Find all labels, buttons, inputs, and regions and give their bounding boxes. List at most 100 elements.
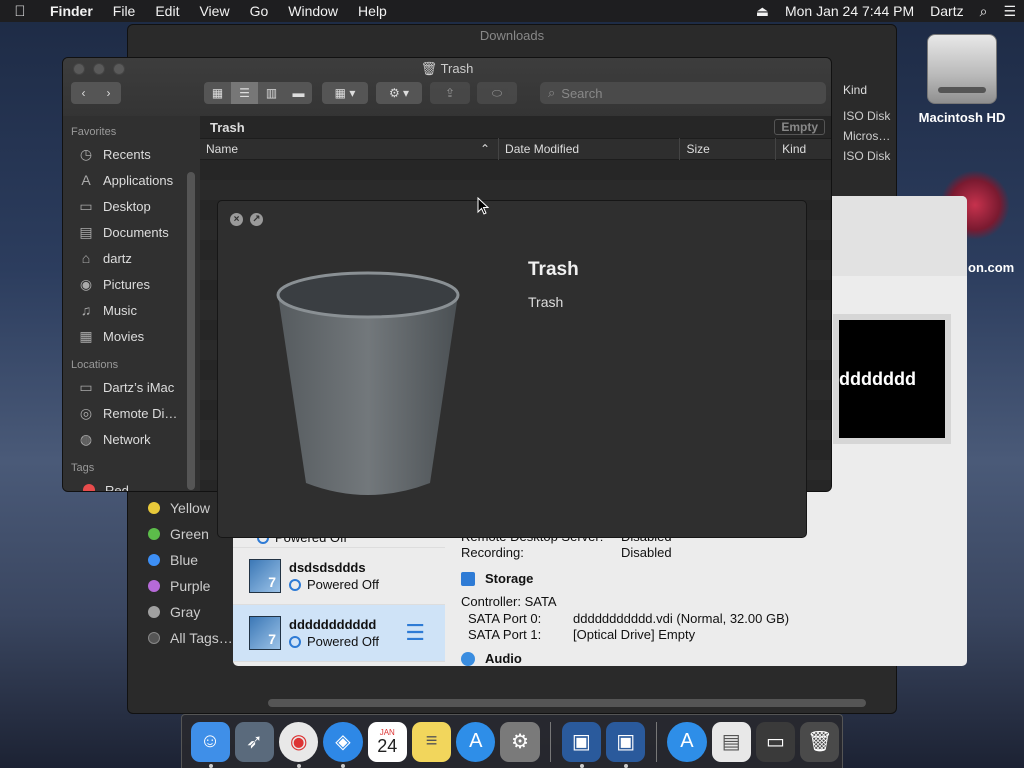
sidebar-item-pictures[interactable]: ◉ Pictures bbox=[63, 271, 200, 297]
search-input[interactable]: ⌕ Search bbox=[540, 82, 826, 104]
sidebar-tag-red[interactable]: Red bbox=[63, 477, 200, 491]
music-icon: ♫ bbox=[80, 302, 92, 318]
app-store-icon[interactable]: A bbox=[456, 721, 496, 762]
audio-section-header[interactable]: Audio bbox=[461, 651, 961, 666]
menu-file[interactable]: File bbox=[103, 3, 146, 19]
menu-help[interactable]: Help bbox=[348, 3, 397, 19]
power-icon bbox=[289, 635, 301, 648]
calendar-icon[interactable]: JAN 24 bbox=[367, 721, 407, 762]
sidebar-item-remote-disc[interactable]: ◎ Remote Di… bbox=[63, 400, 200, 426]
safari-icon[interactable]: ◈ bbox=[323, 721, 363, 768]
vm-state: Powered Off bbox=[307, 577, 380, 592]
file-kind: ISO Disk bbox=[843, 109, 891, 123]
group-by-button[interactable]: ▦ ▾ bbox=[322, 82, 368, 104]
column-header-date-modified[interactable]: Date Modified bbox=[499, 138, 681, 160]
quicklook-panel: × ↗ Trash Trash bbox=[217, 200, 807, 538]
fullscreen-icon[interactable]: ↗ bbox=[250, 213, 263, 226]
sidebar-item-music[interactable]: ♫ Music bbox=[63, 297, 200, 323]
chrome-window-icon[interactable]: ▭ bbox=[755, 721, 796, 762]
vm-list-item-selected[interactable]: 7 ddddddddddd Powered Off ☰ bbox=[233, 605, 445, 662]
share-button[interactable]: ⇪ bbox=[430, 82, 470, 104]
forward-button[interactable]: › bbox=[96, 82, 121, 104]
hard-drive-icon bbox=[927, 34, 997, 104]
search-icon: ⌕ bbox=[548, 85, 556, 100]
windows7-logo-icon: 7 bbox=[249, 616, 281, 650]
column-header-kind[interactable]: Kind bbox=[843, 80, 898, 100]
tag-dot-icon bbox=[148, 580, 160, 592]
kind-column: Kind ISO Disk Micros… ISO Disk bbox=[843, 80, 898, 166]
close-icon[interactable]: × bbox=[230, 213, 243, 226]
vm-details: Remote Desktop Server:Disabled Recording… bbox=[461, 529, 961, 674]
gallery-view-icon[interactable]: ▬ bbox=[285, 82, 312, 104]
storage-icon bbox=[461, 571, 475, 586]
column-headers: Name ⌃ Date Modified Size Kind bbox=[200, 138, 831, 160]
action-gear-button[interactable]: ⚙ ▾ bbox=[376, 82, 422, 104]
spotlight-search-icon[interactable]: ⌕ bbox=[972, 3, 996, 20]
file-kind: ISO Disk bbox=[843, 149, 891, 163]
sidebar-item-imac[interactable]: ▭ Dartz’s iMac bbox=[63, 374, 200, 400]
menu-window[interactable]: Window bbox=[278, 3, 348, 19]
desktop-icon: ▭ bbox=[79, 197, 93, 214]
menu-view[interactable]: View bbox=[189, 3, 239, 19]
sidebar-item-desktop[interactable]: ▭ Desktop bbox=[63, 193, 200, 219]
column-view-icon[interactable]: ▥ bbox=[258, 82, 285, 104]
document-icon[interactable]: ▤ bbox=[711, 721, 751, 762]
desktop-icon-macintosh-hd[interactable]: Macintosh HD bbox=[912, 34, 1012, 125]
apple-menu-icon[interactable]:  bbox=[0, 3, 40, 20]
sidebar-header-locations: Locations bbox=[71, 359, 119, 371]
tag-button[interactable]: ⬭ bbox=[477, 82, 517, 104]
finder-icon[interactable]: ☺ bbox=[190, 721, 230, 768]
sidebar-header-tags: Tags bbox=[71, 462, 95, 474]
eject-icon[interactable]: ⏏ bbox=[748, 3, 777, 20]
file-kind: Micros… bbox=[843, 129, 891, 143]
details-list-icon[interactable]: ☰ bbox=[405, 620, 425, 646]
menu-bar:  Finder File Edit View Go Window Help ⏏… bbox=[0, 0, 1024, 22]
menu-go[interactable]: Go bbox=[240, 3, 279, 19]
sidebar-item-movies[interactable]: ▦ Movies bbox=[63, 323, 200, 349]
launchpad-icon[interactable]: ➶ bbox=[234, 721, 275, 762]
virtualbox-icon[interactable]: ▣ bbox=[561, 721, 602, 768]
menubar-clock[interactable]: Mon Jan 24 7:44 PM bbox=[777, 3, 922, 19]
sidebar-scrollbar[interactable] bbox=[187, 172, 195, 490]
sidebar-header-favorites: Favorites bbox=[71, 126, 117, 138]
virtualbox-vm-icon[interactable]: ▣ bbox=[606, 721, 646, 768]
column-header-kind[interactable]: Kind bbox=[776, 138, 831, 160]
vm-list: Powered Off 7 dsdsdsddds Powered Off 7 d… bbox=[233, 526, 445, 662]
tag-dot-icon bbox=[148, 606, 160, 618]
empty-trash-button[interactable]: Empty bbox=[774, 119, 825, 135]
notes-icon[interactable]: ≡ bbox=[411, 721, 452, 762]
trash-can-icon bbox=[276, 271, 460, 495]
folder-title: Trash bbox=[210, 119, 245, 135]
tag-dot-icon bbox=[148, 554, 160, 566]
icon-view-icon[interactable]: ▦ bbox=[204, 82, 231, 104]
system-preferences-icon[interactable]: ⚙ bbox=[500, 721, 540, 762]
sidebar-item-documents[interactable]: ▤ Documents bbox=[63, 219, 200, 245]
column-header-name[interactable]: Name ⌃ bbox=[200, 138, 500, 160]
sidebar-item-home[interactable]: ⌂ dartz bbox=[63, 245, 200, 271]
vm-list-item[interactable]: 7 dsdsdsddds Powered Off bbox=[233, 548, 445, 605]
back-button[interactable]: ‹ bbox=[71, 82, 96, 104]
sidebar-item-recents[interactable]: ◷ Recents bbox=[63, 141, 200, 167]
sidebar-item-applications[interactable]: A Applications bbox=[63, 167, 200, 193]
tag-dot-icon bbox=[148, 502, 160, 514]
list-view-icon[interactable]: ☰ bbox=[231, 82, 258, 104]
horizontal-scrollbar[interactable] bbox=[268, 699, 866, 707]
storage-controller: Controller: SATA bbox=[461, 594, 557, 609]
window-title: Downloads bbox=[479, 28, 545, 43]
tag-dot-icon bbox=[83, 484, 95, 491]
sidebar: Favorites ◷ Recents A Applications ▭ Deskto… bbox=[63, 116, 200, 491]
globe-icon: ◍ bbox=[79, 430, 93, 447]
vm-state: Powered Off bbox=[307, 634, 380, 649]
chrome-icon[interactable]: ◉ bbox=[279, 721, 319, 768]
sidebar-item-network[interactable]: ◍ Network bbox=[63, 426, 200, 452]
notification-center-icon[interactable]: ☰ bbox=[995, 3, 1024, 20]
mouse-cursor-icon bbox=[477, 197, 489, 215]
trash-icon[interactable]: 🗑 bbox=[800, 721, 840, 762]
column-header-size[interactable]: Size bbox=[680, 138, 777, 160]
menubar-user[interactable]: Dartz bbox=[922, 3, 971, 19]
menu-finder[interactable]: Finder bbox=[40, 3, 103, 19]
computer-icon: ▭ bbox=[79, 378, 93, 395]
menu-edit[interactable]: Edit bbox=[145, 3, 189, 19]
app-store-downloads-icon[interactable]: A bbox=[667, 721, 707, 762]
storage-section-header[interactable]: Storage bbox=[461, 571, 961, 586]
